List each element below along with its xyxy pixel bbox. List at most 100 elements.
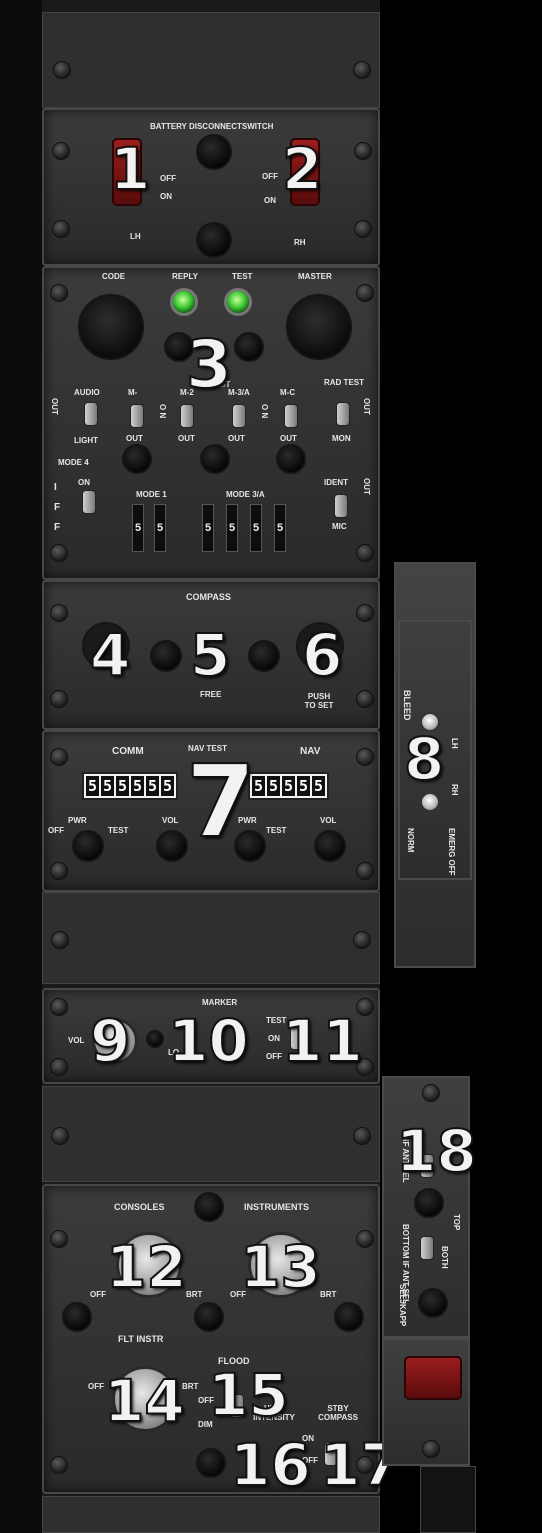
console-edge xyxy=(0,0,42,1533)
iff-center-knob-right[interactable] xyxy=(234,332,264,362)
antenna-both-label: BOTH xyxy=(440,1246,449,1269)
bleed-title: BLEED xyxy=(402,690,412,721)
consoles-label: CONSOLES xyxy=(114,1202,165,1212)
screw xyxy=(50,544,68,562)
compass-knob-left[interactable] xyxy=(150,640,182,672)
lighting-right-knob[interactable] xyxy=(334,1302,364,1332)
guarded-switch-cover[interactable] xyxy=(404,1356,462,1400)
lighting-top-knob[interactable] xyxy=(194,1192,224,1222)
m3a-out-label: OUT xyxy=(228,434,245,443)
bleed-lh-label: LH xyxy=(450,738,459,749)
m3a-toggle[interactable] xyxy=(232,404,246,428)
bottom-plate xyxy=(42,1496,380,1533)
master-label: MASTER xyxy=(298,272,332,281)
ident-mic-toggle[interactable] xyxy=(334,494,348,518)
comm-digit: 5 xyxy=(86,776,99,796)
lighting-center-knob[interactable] xyxy=(194,1302,224,1332)
m2-toggle[interactable] xyxy=(180,404,194,428)
mode1-label: MODE 1 xyxy=(136,490,167,499)
screw xyxy=(50,604,68,622)
callout-4: 4 xyxy=(89,621,131,689)
screw xyxy=(353,61,371,79)
callout-3: 3 xyxy=(185,326,233,403)
screw xyxy=(356,544,374,562)
comm-volume-knob[interactable] xyxy=(156,830,188,862)
mode3a-thumbwheel-2[interactable]: 5 xyxy=(226,504,238,552)
if-antenna-toggle[interactable] xyxy=(420,1236,434,1260)
instruments-brt-label: BRT xyxy=(320,1290,337,1299)
code-rotary-knob[interactable] xyxy=(78,294,144,360)
mode1-thumbwheel-2[interactable]: 5 xyxy=(154,504,166,552)
nav-frequency-counter[interactable]: 5 5 5 5 5 xyxy=(248,772,329,800)
comm-power-knob[interactable] xyxy=(72,830,104,862)
nav-vol-label: VOL xyxy=(320,816,337,825)
lh-on-label: ON xyxy=(160,192,172,201)
seljkapp-label: SELJKAPP xyxy=(398,1284,407,1327)
iff-letter-f2: F xyxy=(54,522,61,533)
comm-digit: 5 xyxy=(116,776,129,796)
nav-volume-knob[interactable] xyxy=(314,830,346,862)
screw xyxy=(50,1456,68,1474)
comm-digit: 5 xyxy=(131,776,144,796)
screw xyxy=(50,998,68,1016)
callout-13: 13 xyxy=(239,1233,322,1301)
lh-off-label: OFF xyxy=(160,174,176,183)
iff-knob-3[interactable] xyxy=(276,444,306,474)
compass-knob-right[interactable] xyxy=(248,640,280,672)
callout-15: 15 xyxy=(207,1361,290,1429)
ident-label: IDENT xyxy=(324,478,348,487)
mode3a-thumbwheel-3[interactable]: 5 xyxy=(250,504,262,552)
mode4-toggle[interactable] xyxy=(82,490,96,514)
antenna-upper-knob[interactable] xyxy=(414,1188,444,1218)
mc-label: M-C xyxy=(280,388,296,397)
battery-lower-knob[interactable] xyxy=(196,222,232,258)
screw xyxy=(422,1084,440,1102)
blank-plate-lower xyxy=(42,1086,380,1182)
callout-1: 1 xyxy=(109,135,151,203)
compass-title: COMPASS xyxy=(186,592,231,602)
screw xyxy=(353,931,371,949)
blank-plate-mid xyxy=(42,892,380,984)
screw xyxy=(356,862,374,880)
screw xyxy=(53,61,71,79)
antenna-lower-knob[interactable] xyxy=(418,1288,448,1318)
screw xyxy=(51,1127,69,1145)
rad-test-toggle[interactable] xyxy=(336,402,350,426)
battery-disconnect-panel: BATTERY DISCONNECTSWITCH OFF ON OFF ON L… xyxy=(42,108,380,266)
master-rotary-knob[interactable] xyxy=(286,294,352,360)
mode3a-thumbwheel-4[interactable]: 5 xyxy=(274,504,286,552)
screw xyxy=(353,1127,371,1145)
lighting-bottom-knob[interactable] xyxy=(196,1448,226,1478)
screw xyxy=(356,604,374,622)
bleed-rh-indicator xyxy=(420,792,440,812)
mode1-thumbwheel-1[interactable]: 5 xyxy=(132,504,144,552)
comm-off-label: OFF xyxy=(48,826,64,835)
test-indicator-light[interactable] xyxy=(224,288,252,316)
comm-digit: 5 xyxy=(146,776,159,796)
mc-toggle[interactable] xyxy=(284,404,298,428)
free-label: FREE xyxy=(200,690,222,699)
comm-vol-label: VOL xyxy=(162,816,179,825)
m1-out-label: OUT xyxy=(126,434,143,443)
comm-frequency-counter[interactable]: 5 5 5 5 5 5 xyxy=(82,772,178,800)
push-to-set-label: PUSH TO SET xyxy=(304,692,334,710)
screw xyxy=(354,142,372,160)
m1-toggle[interactable] xyxy=(130,404,144,428)
battery-upper-knob[interactable] xyxy=(196,134,232,170)
flt-instr-off-label: OFF xyxy=(88,1382,104,1391)
lighting-left-knob[interactable] xyxy=(62,1302,92,1332)
marker-lo-knob[interactable] xyxy=(146,1030,164,1048)
rh-label: RH xyxy=(294,238,306,247)
callout-2: 2 xyxy=(281,135,323,203)
iff-knob-2[interactable] xyxy=(200,444,230,474)
screw xyxy=(50,1230,68,1248)
iff-panel: CODE REPLY TEST MASTER AUDIO LIGHT OUT M… xyxy=(42,266,380,580)
mode3a-thumbwheel-1[interactable]: 5 xyxy=(202,504,214,552)
audio-light-toggle[interactable] xyxy=(84,402,98,426)
callout-11: 11 xyxy=(281,1007,364,1075)
screw xyxy=(356,690,374,708)
iff-knob-1[interactable] xyxy=(122,444,152,474)
rh-on-label: ON xyxy=(264,196,276,205)
mode4-on-label: ON xyxy=(78,478,90,487)
screw xyxy=(51,931,69,949)
